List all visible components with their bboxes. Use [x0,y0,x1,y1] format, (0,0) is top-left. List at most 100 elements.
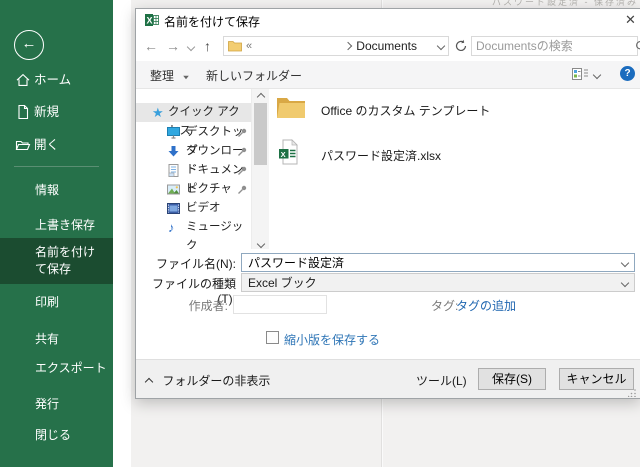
file-item-folder[interactable]: Office のカスタム テンプレート [276,95,490,124]
sidebar-item-share[interactable]: 共有 [0,330,113,348]
dialog-titlebar: X 名前を付けて保存 ✕ [136,9,640,31]
sidebar-item-save[interactable]: 上書き保存 [0,216,113,234]
breadcrumb-separator-icon [344,41,353,51]
tools-dropdown[interactable]: ツール(L) [416,372,486,389]
new-document-icon [18,104,29,120]
nav-history-chevron-icon[interactable] [186,42,196,52]
organize-button[interactable]: 整理 [150,67,190,84]
nav-item-downloads[interactable]: ダウンロード [136,142,251,176]
sidebar-item-label: 名前を付けて保存 [35,245,96,276]
breadcrumb-dropdown-icon[interactable] [436,41,446,51]
sidebar-item-new[interactable]: 新規 [0,103,113,121]
sidebar-item-publish[interactable]: 発行 [0,395,113,413]
nav-item-label: ピクチャ [186,183,232,195]
sidebar-item-label: 閉じる [35,428,72,442]
file-name: Office のカスタム テンプレート [321,104,491,118]
hide-folders-button[interactable]: フォルダーの非表示 [144,372,270,389]
close-icon[interactable]: ✕ [622,11,639,28]
add-tag-link[interactable]: タグの追加 [456,297,516,314]
sidebar-item-close[interactable]: 閉じる [0,426,113,444]
excel-app-icon: X [145,14,159,26]
dialog-footer: フォルダーの非表示 ツール(L) 保存(S) キャンセル [136,359,640,398]
help-icon[interactable]: ? [620,66,635,81]
pin-icon[interactable] [237,165,248,176]
nav-up-icon[interactable]: ↑ [204,35,211,57]
command-bar: 整理 新しいフォルダー ? [136,61,640,89]
sidebar-item-label: 上書き保存 [35,218,96,232]
nav-item-documents[interactable]: ドキュメント [136,161,251,195]
sidebar-item-label: 共有 [35,332,60,346]
dialog-title: 名前を付けて保存 [164,15,261,29]
file-item-excel[interactable]: X パスワード設定済.xlsx [278,139,441,168]
sidebar-item-label: 新規 [34,105,60,119]
breadcrumb-crumb[interactable]: Documents [344,39,446,53]
sidebar-item-print[interactable]: 印刷 [0,293,113,311]
file-type-value: Excel ブック [248,276,317,290]
breadcrumb-label: Documents [356,39,417,53]
folder-icon [277,98,305,118]
nav-item-pictures[interactable]: ピクチャ [136,180,251,199]
sidebar-item-open[interactable]: 開く [0,136,113,154]
sidebar-item-label: ホーム [34,73,72,87]
nav-back-icon[interactable]: ← [144,35,158,57]
sidebar-divider [14,166,99,167]
open-folder-icon [15,140,31,151]
new-folder-label: 新しいフォルダー [206,69,303,83]
nav-item-videos[interactable]: ビデオ [136,199,251,218]
nav-forward-icon[interactable]: → [166,35,180,57]
file-name: パスワード設定済.xlsx [321,149,442,163]
nav-item-music[interactable]: ♪ ミュージック [136,218,251,252]
file-type-combobox[interactable]: Excel ブック [241,273,635,292]
pictures-icon [167,184,180,195]
file-name-combobox[interactable] [241,253,635,272]
quick-access-star-icon: ★ [152,105,164,120]
breadcrumb[interactable]: « Documents [223,36,449,56]
scroll-down-icon[interactable] [252,236,269,249]
pin-icon[interactable] [237,184,248,195]
download-icon [168,146,179,157]
resize-grip[interactable] [628,389,636,397]
new-folder-button[interactable]: 新しいフォルダー [206,67,302,84]
nav-item-desktop[interactable]: デスクトップ [136,123,251,157]
address-bar: ← → ↑ « Documents [136,35,640,59]
sidebar-item-export[interactable]: エクスポート [0,359,113,377]
backstage-sidebar: ← ホーム 新規 開く 情報 上書き保存 名前を付けて保存 印刷 共有 エクスポ… [0,0,113,467]
search-icon [636,40,640,49]
save-button[interactable]: 保存(S) [478,368,546,390]
sidebar-item-save-as[interactable]: 名前を付けて保存 [0,238,113,284]
save-thumbnail-label: 縮小版を保存する [284,333,381,347]
refresh-icon[interactable] [454,39,468,53]
change-view-icon[interactable] [572,66,589,82]
breadcrumb-overflow-icon[interactable]: « [246,40,252,52]
back-button[interactable]: ← [14,30,44,60]
sidebar-item-label: 情報 [35,183,60,197]
videos-icon [167,203,180,214]
pin-icon[interactable] [237,146,248,157]
file-name-input[interactable] [248,255,622,270]
collapse-icon [144,377,154,387]
cancel-button[interactable]: キャンセル [559,368,634,390]
nav-item-label: ビデオ [186,202,221,214]
organize-dropdown-icon [183,75,190,80]
documents-icon [168,164,179,177]
author-input[interactable] [233,295,327,314]
sidebar-item-label: 発行 [35,397,60,411]
search-input[interactable] [472,39,635,53]
file-type-dropdown-icon[interactable] [620,278,630,287]
sidebar-item-home[interactable]: ホーム [0,71,113,89]
file-name-dropdown-icon[interactable] [620,258,630,267]
background-window-title: パスワード設定済 - 保存済み [492,0,638,7]
sidebar-item-label: 開く [34,138,60,152]
pin-icon[interactable] [237,127,248,138]
sidebar-item-info[interactable]: 情報 [0,181,113,199]
scrollbar-thumb[interactable] [254,103,267,165]
search-box [471,36,640,56]
scroll-up-icon[interactable] [252,89,269,102]
nav-scrollbar[interactable] [251,89,269,249]
view-dropdown-icon[interactable] [592,70,602,80]
nav-item-quick-access[interactable]: ★ クイック アクセス [136,103,251,137]
save-thumbnail-checkbox[interactable] [266,331,279,344]
sidebar-item-label: 印刷 [35,295,60,309]
app-window: パスワード設定済 - 保存済み ← ホーム 新規 開く 情報 上書き保存 名前を… [0,0,640,467]
fields-area: ファイル名(N): ファイルの種類(T): Excel ブック 作成者: タグ:… [136,249,640,359]
